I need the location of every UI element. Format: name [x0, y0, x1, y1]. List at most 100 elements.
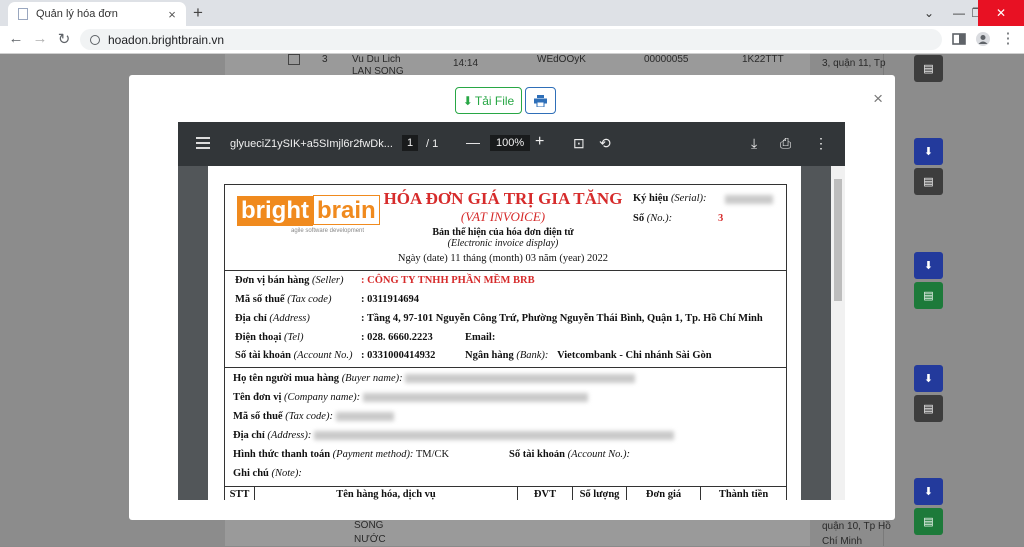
payment-label-en: (Payment method):: [332, 449, 414, 460]
forward-button[interactable]: →: [30, 30, 50, 47]
zoom-in-icon[interactable]: +: [535, 133, 544, 151]
zoom-out-icon[interactable]: —: [466, 134, 480, 150]
seller-tax-label: Mã số thuế: [235, 294, 285, 305]
print-button[interactable]: [525, 87, 556, 114]
invoice-date: Ngày (date) 11 tháng (month) 03 năm (yea…: [397, 253, 609, 264]
redacted-tax-code: [335, 412, 394, 422]
invoice-modal: ⬇ Tải File × glyueciZ1ySIK+a5SImjl6r2fwD…: [129, 75, 895, 520]
scrollbar-thumb[interactable]: [834, 179, 842, 301]
profile-icon[interactable]: [976, 32, 990, 46]
logo-tagline: agile software development: [291, 228, 365, 234]
modal-close-icon[interactable]: ×: [873, 89, 883, 109]
menu-icon[interactable]: [196, 137, 210, 152]
download-icon[interactable]: ⬇: [914, 252, 943, 279]
seller-tax-label-en: (Tax code): [287, 294, 332, 305]
brand-logo: bright brain agile software development: [237, 195, 380, 234]
seller-name-label-en: (Seller): [312, 275, 344, 286]
view-pdf-icon[interactable]: ▤: [914, 508, 943, 535]
buyer-tax-label-en: (Tax code):: [285, 411, 333, 422]
items-table-header: STT Tên hàng hóa, dịch vụ ĐVT Số lượng Đ…: [225, 486, 786, 500]
address-bar: ← → ↻ hoadon.brightbrain.vn ⋮: [0, 26, 1024, 54]
seller-name-label: Đơn vị bán hàng: [235, 275, 310, 286]
reload-button[interactable]: ↻: [54, 30, 74, 48]
redacted-company: [362, 393, 588, 403]
site-info-icon[interactable]: [90, 34, 100, 45]
row-checkbox[interactable]: [288, 54, 300, 65]
view-pdf-icon[interactable]: ▤: [914, 282, 943, 309]
bg-text: SÓNG: [354, 520, 384, 531]
tab-close-icon[interactable]: ×: [164, 7, 180, 22]
bg-text: Vu Du Lich: [352, 54, 401, 65]
serial-label-en: (Serial):: [670, 193, 707, 204]
download-icon[interactable]: ⬇: [914, 138, 943, 165]
invoice-title-block: HÓA ĐƠN GIÁ TRỊ GIA TĂNG (VAT INVOICE) B…: [373, 189, 633, 264]
seller-address-label: Địa chỉ: [235, 313, 267, 324]
buyer-account-label: Số tài khoản: [509, 449, 566, 460]
seller-address: : Tầng 4, 97-101 Nguyễn Công Trứ, Phường…: [361, 313, 763, 324]
redacted-address: [313, 431, 674, 441]
buyer-section: Họ tên người mua hàng (Buyer name): Tên …: [225, 369, 786, 485]
bg-text: Chí Minh: [822, 536, 863, 547]
side-panel-icon[interactable]: [952, 32, 966, 46]
buyer-account-label-en: (Account No.):: [567, 449, 631, 460]
page-number-input[interactable]: 1: [402, 135, 419, 151]
download-icon: ⬇: [462, 93, 473, 108]
browser-tab[interactable]: Quản lý hóa đơn ×: [8, 2, 186, 26]
bg-text: 14:14: [453, 58, 479, 69]
bg-text: NƯỚC: [354, 534, 386, 545]
fit-page-icon[interactable]: ⊡: [573, 135, 585, 152]
zoom-input[interactable]: 100%: [490, 135, 531, 151]
seller-bank: Vietcombank - Chi nhánh Sài Gòn: [557, 350, 712, 361]
back-button[interactable]: ←: [6, 30, 26, 47]
redacted-serial: [725, 195, 773, 204]
logo-part-right: brain: [312, 195, 380, 225]
print-icon: [534, 94, 547, 107]
url-bar[interactable]: hoadon.brightbrain.vn: [80, 29, 942, 50]
more-options-icon[interactable]: ⋮: [814, 135, 828, 152]
invoice-title-en: (VAT INVOICE): [460, 209, 546, 224]
seller-section: Đơn vị bán hàng (Seller) : CÔNG TY TNHH …: [225, 271, 786, 368]
bg-text: 00000055: [644, 54, 689, 65]
seller-tel: : 028. 6660.2223: [361, 332, 433, 343]
buyer-address-label-en: (Address):: [267, 430, 312, 441]
download-icon[interactable]: ⬇: [914, 365, 943, 392]
seller-bank-label: Ngân hàng: [465, 350, 514, 361]
tab-bar: Quản lý hóa đơn × + ⌄ — ❐ ✕: [0, 0, 1024, 26]
no-label: Số: [633, 213, 645, 224]
tab-search-icon[interactable]: ⌄: [914, 0, 944, 26]
invoice-number: 3: [718, 213, 724, 224]
print-icon[interactable]: ⎙: [780, 135, 791, 152]
view-pdf-icon[interactable]: ▤: [914, 55, 943, 82]
seller-email-label: Email:: [465, 332, 496, 343]
col-quantity: Số lượng: [573, 487, 627, 500]
view-pdf-icon[interactable]: ▤: [914, 395, 943, 422]
rotate-icon[interactable]: ⟲: [599, 135, 611, 152]
download-icon[interactable]: ⤓: [751, 135, 757, 152]
bg-text: 1K22TTT: [742, 54, 784, 65]
download-file-button[interactable]: ⬇ Tải File: [455, 87, 522, 114]
no-label-en: (No.):: [646, 213, 673, 224]
view-pdf-icon[interactable]: ▤: [914, 168, 943, 195]
pdf-toolbar: glyueciZ1ySIK+a5SImjl6r2fwDk... 1 / 1 — …: [178, 122, 845, 166]
bg-text: 3: [322, 54, 328, 65]
seller-name: : CÔNG TY TNHH PHẦN MỀM BRB: [361, 275, 535, 286]
invoice-subtitle: Bản thể hiện của hóa đơn điện tử: [432, 227, 574, 238]
window-close-button[interactable]: ✕: [978, 0, 1024, 26]
seller-account-label: Số tài khoản: [235, 350, 292, 361]
seller-account-label-en: (Account No.): [293, 350, 353, 361]
pdf-viewer: glyueciZ1ySIK+a5SImjl6r2fwDk... 1 / 1 — …: [178, 122, 845, 500]
bg-text: 3, quận 11, Tp: [822, 58, 886, 69]
seller-address-label-en: (Address): [269, 313, 310, 324]
bg-text: WEdOOyK: [537, 54, 586, 65]
payment-label: Hình thức thanh toán: [233, 449, 331, 460]
invoice-subtitle-en: (Electronic invoice display): [447, 238, 559, 249]
download-icon[interactable]: ⬇: [914, 478, 943, 505]
buyer-company-label-en: (Company name):: [284, 392, 361, 403]
new-tab-button[interactable]: +: [193, 3, 203, 23]
page-total: / 1: [426, 138, 439, 150]
pdf-scrollbar[interactable]: [831, 166, 845, 500]
menu-kebab-icon[interactable]: ⋮: [998, 29, 1018, 47]
buyer-tax-label: Mã số thuế: [233, 411, 283, 422]
col-unit-price: Đơn giá: [627, 487, 701, 500]
pdf-file-name: glyueciZ1ySIK+a5SImjl6r2fwDk...: [230, 138, 393, 150]
